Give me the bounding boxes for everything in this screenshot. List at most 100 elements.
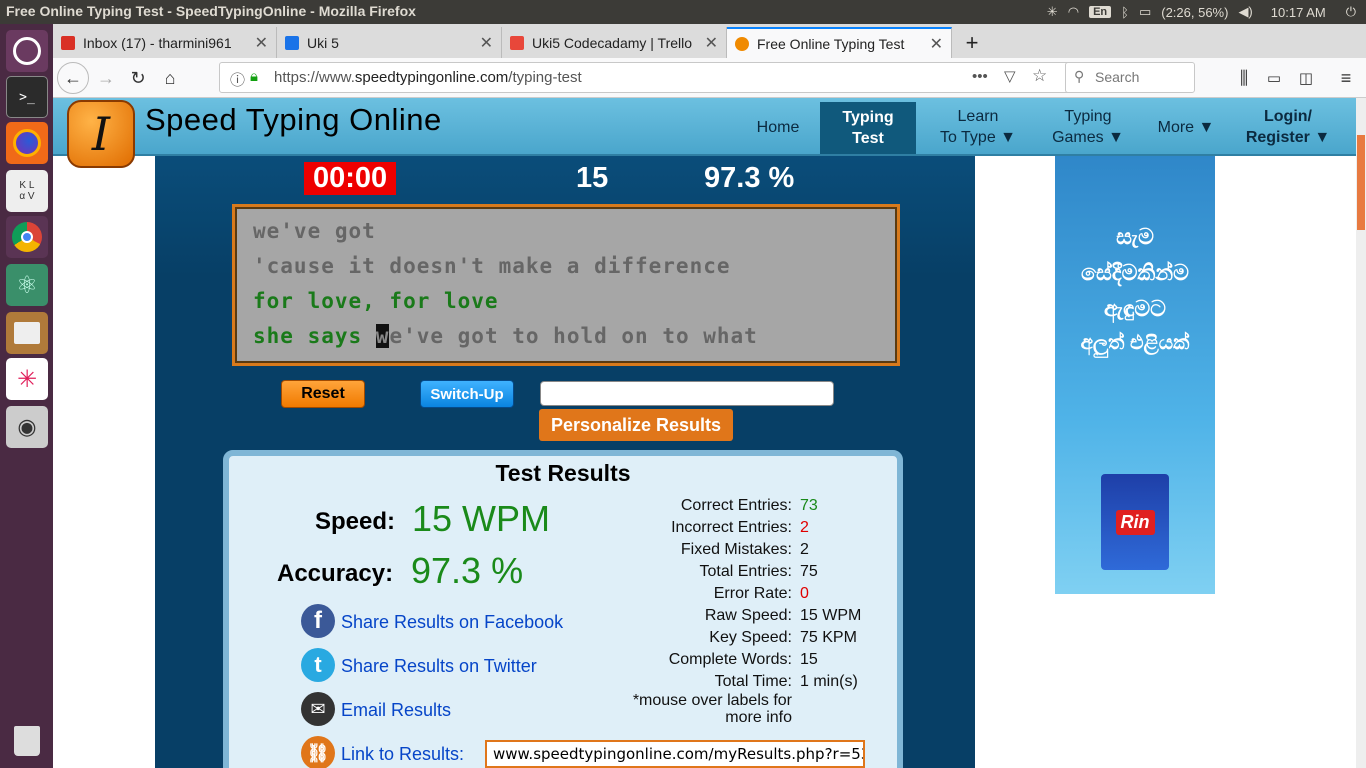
stat-value: 1 min(s) xyxy=(800,673,858,690)
email-icon[interactable]: ✉ xyxy=(301,692,335,726)
scrollbar-thumb[interactable] xyxy=(1357,135,1365,230)
ad-line-3: ඇඳුමට xyxy=(1104,296,1166,321)
stat-label[interactable]: Correct Entries: xyxy=(609,497,792,515)
timer: 00:00 xyxy=(304,162,397,195)
chrome-icon[interactable] xyxy=(6,216,48,258)
text-line-3: for love, for love xyxy=(253,289,499,313)
reset-button[interactable]: Reset xyxy=(281,380,365,408)
logo-letter: I xyxy=(91,107,111,161)
nav-typing-test[interactable]: Typing Test xyxy=(820,102,916,154)
site-logo[interactable]: I xyxy=(67,100,135,168)
downloads-icon[interactable]: ▭ xyxy=(1259,64,1289,92)
keyboard-language[interactable]: En xyxy=(1089,6,1112,18)
new-tab-button[interactable]: + xyxy=(955,27,989,58)
atom-icon[interactable]: ⚛ xyxy=(6,264,48,306)
battery-status[interactable]: (2:26, 56%) xyxy=(1161,5,1228,20)
keyboard-app-icon[interactable]: K Lα V xyxy=(6,170,48,212)
tab-bar: Inbox (17) - tharmini961 ✕ Uki 5 ✕ Uki5 … xyxy=(53,24,1366,58)
twitter-icon[interactable]: t xyxy=(301,648,335,682)
info-icon[interactable]: ⓘ xyxy=(230,69,245,90)
stat-label[interactable]: Error Rate: xyxy=(609,585,792,603)
system-top-bar: Free Online Typing Test - SpeedTypingOnl… xyxy=(0,0,1366,24)
text-cursor: w xyxy=(375,324,390,348)
stat-label[interactable]: Key Speed: xyxy=(609,629,792,647)
hamburger-menu-icon[interactable]: ≡ xyxy=(1331,64,1361,92)
link-to-results-label[interactable]: Link to Results: xyxy=(341,744,464,765)
search-box[interactable]: ⚲ Search xyxy=(1065,62,1195,93)
stat-label[interactable]: Total Time: xyxy=(609,673,792,691)
stat-label[interactable]: Raw Speed: xyxy=(609,607,792,625)
forward-button[interactable]: → xyxy=(91,64,121,92)
camera-icon[interactable]: ◉ xyxy=(6,406,48,448)
reset-label: Reset xyxy=(301,385,345,402)
stat-label[interactable]: Incorrect Entries: xyxy=(609,519,792,537)
test-results-box: Test Results Speed: 15 WPM Accuracy: 97.… xyxy=(223,450,903,768)
slack-tray-icon[interactable]: ✳ xyxy=(1047,4,1058,20)
close-tab-icon[interactable]: ✕ xyxy=(255,33,268,53)
speed-readout: 15 xyxy=(576,162,609,194)
results-link-field[interactable] xyxy=(485,740,865,768)
back-button[interactable]: ← xyxy=(57,62,89,94)
nav-login-label-1: Login/ xyxy=(1264,108,1312,125)
email-results-link[interactable]: Email Results xyxy=(341,700,451,721)
plus-icon: + xyxy=(965,29,979,55)
power-icon[interactable]: ⏻ xyxy=(1346,4,1356,20)
close-tab-icon[interactable]: ✕ xyxy=(705,33,718,53)
page-actions-menu[interactable]: ••• xyxy=(972,68,988,85)
nav-typing-games[interactable]: Typing Games ▼ xyxy=(1043,98,1133,156)
bluetooth-icon[interactable]: ᛒ xyxy=(1121,5,1129,20)
stat-value: 15 WPM xyxy=(800,607,862,624)
facebook-icon[interactable]: f xyxy=(301,604,335,638)
accuracy-label[interactable]: Accuracy: xyxy=(277,560,393,588)
trash-icon[interactable] xyxy=(6,720,48,762)
tab-gmail[interactable]: Inbox (17) - tharmini961 ✕ xyxy=(53,27,277,58)
close-tab-icon[interactable]: ✕ xyxy=(480,33,493,53)
slack-icon[interactable]: ✳ xyxy=(6,358,48,400)
reload-button[interactable]: ↻ xyxy=(123,64,153,92)
nav-learn-label-2: To Type xyxy=(939,129,996,146)
pocket-icon[interactable]: ▽ xyxy=(1004,67,1016,85)
bookmark-star-icon[interactable]: ☆ xyxy=(1032,66,1047,86)
switch-up-button[interactable]: Switch-Up xyxy=(420,380,514,408)
tab-uki5[interactable]: Uki 5 ✕ xyxy=(277,27,502,58)
stat-label[interactable]: Fixed Mistakes: xyxy=(609,541,792,559)
tab-label: Uki5 Codecadamy | Trello xyxy=(532,34,693,51)
text-line-1: we've got xyxy=(253,219,376,243)
stat-value: 75 xyxy=(800,563,818,580)
advertisement-banner[interactable]: සැම සේදීමකින්ම ඇඳුමට අලුත් එළියක් Rin xyxy=(1055,156,1215,594)
sidebar-icon[interactable]: ◫ xyxy=(1291,64,1321,92)
wifi-icon[interactable]: ◠ xyxy=(1068,4,1079,20)
library-icon[interactable]: ⫼ xyxy=(1229,64,1259,92)
dropdown-arrow-icon: ▼ xyxy=(1108,129,1124,146)
site-name[interactable]: Speed Typing Online xyxy=(145,102,442,138)
clock[interactable]: 10:17 AM xyxy=(1271,5,1326,20)
typing-input[interactable] xyxy=(540,381,834,406)
nav-login-register[interactable]: Login/Register ▼ xyxy=(1238,98,1338,156)
stat-value: 15 xyxy=(800,651,818,668)
personalize-results-button[interactable]: Personalize Results xyxy=(539,409,733,441)
tab-label: Free Online Typing Test xyxy=(757,35,905,52)
stat-label[interactable]: Total Entries: xyxy=(609,563,792,581)
close-tab-icon[interactable]: ✕ xyxy=(930,34,943,54)
share-twitter-link[interactable]: Share Results on Twitter xyxy=(341,656,537,677)
nav-home[interactable]: Home xyxy=(743,98,813,156)
tab-trello[interactable]: Uki5 Codecadamy | Trello ✕ xyxy=(502,27,727,58)
url-bar[interactable]: ⓘ 🔒︎ https://www.speedtypingonline.com/t… xyxy=(219,62,1111,93)
volume-icon[interactable]: ◀) xyxy=(1238,4,1252,20)
speed-result: 15 WPM xyxy=(412,498,551,539)
stat-label[interactable]: Complete Words: xyxy=(609,651,792,669)
link-icon[interactable]: ⛓ xyxy=(301,736,335,768)
nav-more[interactable]: More ▼ xyxy=(1151,98,1221,156)
firefox-icon[interactable] xyxy=(6,122,48,164)
speed-label[interactable]: Speed: xyxy=(315,508,395,536)
files-icon[interactable] xyxy=(6,312,48,354)
battery-icon[interactable]: ▭ xyxy=(1139,4,1151,20)
nav-learn-to-type[interactable]: Learn To Type ▼ xyxy=(928,98,1028,156)
tab-typing-test[interactable]: Free Online Typing Test ✕ xyxy=(727,27,952,58)
share-facebook-link[interactable]: Share Results on Facebook xyxy=(341,612,563,633)
typing-text-box[interactable]: we've got 'cause it doesn't make a diffe… xyxy=(232,204,900,366)
ubuntu-dash-icon[interactable] xyxy=(6,30,48,72)
home-button[interactable]: ⌂ xyxy=(155,64,185,92)
terminal-icon[interactable]: >_ xyxy=(6,76,48,118)
url-text[interactable]: https://www.speedtypingonline.com/typing… xyxy=(274,69,582,86)
